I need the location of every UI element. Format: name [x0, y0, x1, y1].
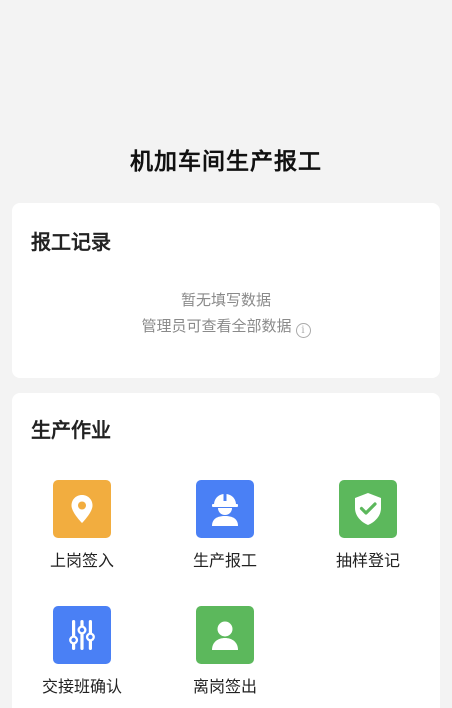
records-card: 报工记录 暂无填写数据 管理员可查看全部数据 i	[12, 203, 440, 378]
location-pin-icon	[53, 480, 111, 538]
person-icon	[196, 606, 254, 664]
records-card-title: 报工记录	[31, 230, 111, 254]
info-icon[interactable]: i	[295, 323, 311, 338]
sliders-icon	[53, 606, 111, 664]
worker-helmet-icon	[196, 480, 254, 538]
shield-check-icon	[339, 480, 397, 538]
check-in-label: 上岗签入	[49, 551, 114, 570]
check-in-button[interactable]: 上岗签入	[22, 480, 142, 571]
page-title: 机加车间生产报工	[130, 149, 322, 175]
sampling-register-label: 抽样登记	[335, 551, 400, 570]
empty-text: 暂无填写数据	[180, 291, 271, 309]
sampling-register-button[interactable]: 抽样登记	[308, 480, 428, 571]
admin-note-row: 管理员可查看全部数据 i	[12, 313, 440, 339]
admin-note: 管理员可查看全部数据	[141, 317, 292, 335]
shift-handover-label: 交接班确认	[41, 677, 122, 696]
check-out-label: 离岗签出	[192, 677, 257, 696]
check-out-button[interactable]: 离岗签出	[165, 606, 285, 697]
production-card-title: 生产作业	[31, 418, 111, 442]
production-card: 生产作业 上岗签入 生产报工 抽样登记 交接班确认 离岗签出	[12, 393, 440, 708]
production-report-label: 生产报工	[192, 551, 257, 570]
production-report-button[interactable]: 生产报工	[165, 480, 285, 571]
empty-state: 暂无填写数据 管理员可查看全部数据 i	[12, 287, 440, 339]
shift-handover-button[interactable]: 交接班确认	[22, 606, 142, 697]
